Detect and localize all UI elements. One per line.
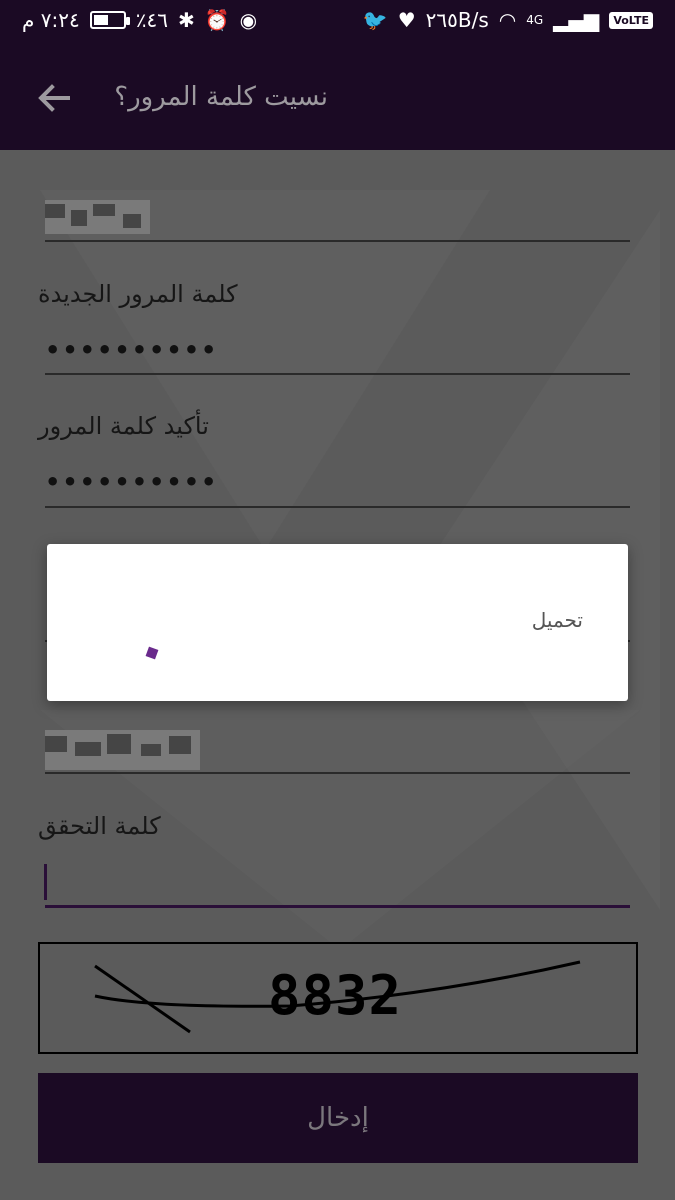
app-bar: نسيت كلمة المرور؟	[0, 44, 675, 150]
alarm-icon: ⏰	[204, 8, 230, 32]
field-underline	[45, 240, 630, 242]
captcha-text: 8832	[268, 964, 403, 1027]
submit-button[interactable]: إدخال	[38, 1073, 638, 1163]
loading-dialog: تحميل	[47, 544, 628, 701]
wifi-icon: ◠	[498, 8, 517, 32]
confirm-password-label: تأكيد كلمة المرور	[38, 412, 209, 440]
new-password-field[interactable]: ••••••••••	[45, 336, 218, 364]
network-speed: ٢٦٥B/s	[425, 8, 489, 32]
battery-percent: ٪٤٦	[135, 8, 168, 32]
volte-badge: VoLTE	[609, 11, 653, 29]
bluetooth-icon: ✱	[177, 8, 195, 32]
obscured-field-value	[45, 200, 150, 234]
loading-spinner-icon	[145, 646, 159, 660]
clock: ٧:٢٤ م	[22, 8, 80, 32]
heart-monitor-icon: ♥	[397, 8, 416, 32]
battery-icon	[89, 11, 130, 29]
signal-type: 4G	[526, 13, 544, 27]
background-pattern	[40, 190, 490, 550]
status-bar: ٧:٢٤ م ٪٤٦ ✱ ⏰ ◉ 🐦 ♥ ٢٦٥B/s ◠ 4G ▂▄▆ VoL…	[0, 0, 675, 44]
captcha-image[interactable]: 8832	[38, 942, 638, 1054]
new-password-label: كلمة المرور الجديدة	[38, 280, 238, 308]
status-bar-right: 🐦 ♥ ٢٦٥B/s ◠ 4G ▂▄▆ VoLTE	[363, 8, 653, 32]
text-cursor	[44, 864, 47, 900]
back-arrow-icon[interactable]	[34, 78, 74, 118]
submit-label: إدخال	[307, 1103, 369, 1133]
verification-code-label: كلمة التحقق	[38, 812, 161, 840]
confirm-password-field[interactable]: ••••••••••	[45, 468, 218, 496]
obscured-field-value	[45, 730, 200, 770]
loading-text: تحميل	[531, 608, 583, 632]
verification-code-field[interactable]	[45, 905, 630, 908]
eye-icon: ◉	[239, 8, 258, 32]
new-password-underline	[45, 373, 630, 375]
page-title: نسيت كلمة المرور؟	[114, 82, 328, 112]
status-bar-left: ٧:٢٤ م ٪٤٦ ✱ ⏰ ◉	[22, 8, 257, 32]
twitter-icon: 🐦	[362, 8, 388, 32]
field-underline	[45, 772, 630, 774]
signal-icon: ▂▄▆	[553, 8, 600, 32]
confirm-password-underline	[45, 506, 630, 508]
